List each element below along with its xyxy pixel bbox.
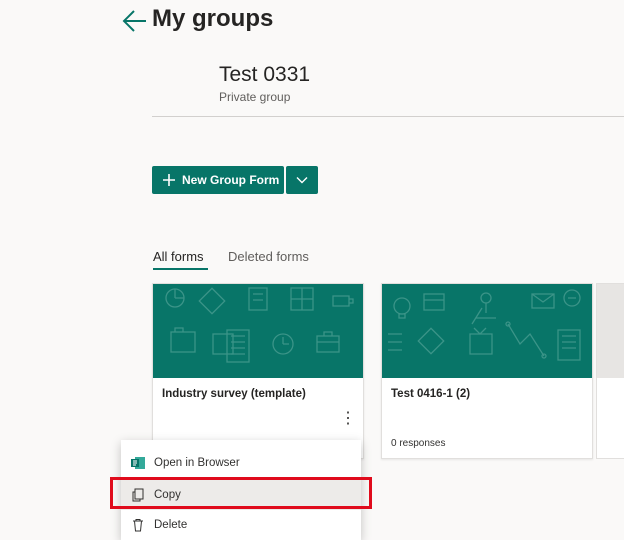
trash-icon bbox=[130, 517, 146, 533]
more-options-icon[interactable]: ⋮ bbox=[339, 410, 357, 428]
page-title: My groups bbox=[152, 5, 274, 32]
form-card-partial[interactable] bbox=[596, 283, 624, 459]
menu-item-delete[interactable]: Delete bbox=[121, 510, 361, 540]
group-name: Test 0331 bbox=[219, 63, 311, 86]
tab-selected-indicator bbox=[153, 268, 208, 270]
card-title: Test 0416-1 (2) bbox=[391, 388, 471, 400]
back-arrow-icon[interactable] bbox=[122, 9, 148, 33]
divider bbox=[152, 116, 624, 117]
menu-item-label: Delete bbox=[154, 519, 188, 531]
chevron-down-icon bbox=[296, 177, 308, 184]
new-group-form-label: New Group Form bbox=[182, 173, 280, 187]
annotation-highlight-box bbox=[110, 477, 372, 509]
forms-icon bbox=[130, 455, 146, 471]
menu-item-open-in-browser[interactable]: Open in Browser bbox=[121, 448, 361, 478]
card-banner bbox=[382, 284, 592, 378]
card-title: Industry survey (template) bbox=[162, 388, 306, 400]
card-banner bbox=[153, 284, 363, 378]
menu-item-label: Open in Browser bbox=[154, 457, 240, 469]
pattern-icon bbox=[388, 289, 581, 361]
form-card[interactable]: Industry survey (template) ⋮ bbox=[152, 283, 364, 459]
group-type: Private group bbox=[219, 90, 291, 104]
plus-icon bbox=[163, 174, 175, 186]
new-form-dropdown-button[interactable] bbox=[286, 166, 318, 194]
card-banner bbox=[597, 284, 624, 378]
new-group-form-button[interactable]: New Group Form bbox=[152, 166, 284, 194]
form-card[interactable]: Test 0416-1 (2) 0 responses bbox=[381, 283, 593, 459]
tab-deleted-forms[interactable]: Deleted forms bbox=[228, 249, 309, 264]
pattern-icon bbox=[165, 287, 354, 363]
card-responses: 0 responses bbox=[391, 438, 446, 449]
tab-all-forms[interactable]: All forms bbox=[153, 249, 204, 264]
